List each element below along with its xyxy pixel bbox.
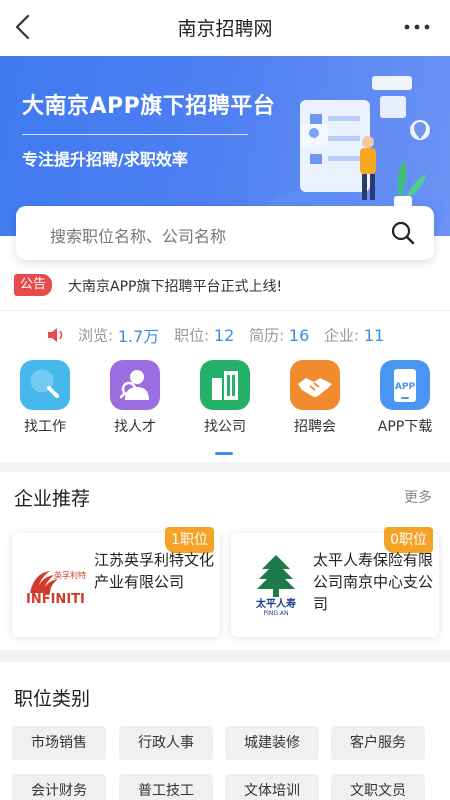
quick-link-label: 找工作 bbox=[24, 419, 66, 435]
resumes-count: 16 bbox=[288, 325, 310, 345]
category-chip[interactable]: 会计财务 bbox=[12, 774, 106, 800]
announcement-text[interactable]: 大南京APP旗下招聘平台正式上线! bbox=[68, 276, 282, 296]
quick-link-label: 找公司 bbox=[204, 419, 246, 435]
more-dots-icon[interactable] bbox=[402, 15, 432, 39]
banner-divider bbox=[22, 134, 248, 135]
search-input[interactable]: 搜索职位名称、公司名称 bbox=[16, 206, 434, 260]
company-name: 太平人寿保险有限公司南京中心支公司 bbox=[313, 551, 434, 613]
page-title: 南京招聘网 bbox=[177, 18, 273, 40]
category-chip[interactable]: 城建装修 bbox=[225, 726, 319, 760]
company-card[interactable]: 1职位 英孚利特 INFINITI 江苏英孚利特文化产业有限公司 bbox=[12, 527, 220, 637]
announcement-tag: 公告 bbox=[14, 274, 52, 296]
category-chip[interactable]: 文体培训 bbox=[225, 774, 319, 800]
building-icon bbox=[200, 360, 250, 410]
app-download-icon: APP bbox=[380, 360, 430, 410]
jobs-label: 职位: bbox=[174, 326, 210, 345]
svg-text:INFINITI: INFINITI bbox=[26, 592, 85, 607]
companies-count: 11 bbox=[363, 325, 385, 345]
magnifier-icon bbox=[20, 360, 70, 410]
quick-link-label: 招聘会 bbox=[294, 419, 336, 435]
quick-link-job-fair[interactable]: 招聘会 bbox=[282, 360, 348, 436]
more-link[interactable]: 更多 bbox=[404, 487, 432, 507]
company-card[interactable]: 0职位 太平人寿 PING AN 太平人寿保险有限公司南京中心支公司 bbox=[231, 527, 439, 637]
resumes-label: 简历: bbox=[249, 326, 285, 345]
category-chip[interactable]: 文职文员 bbox=[331, 774, 425, 800]
svg-text:APP: APP bbox=[395, 382, 416, 392]
quick-link-app-download[interactable]: APP APP下载 bbox=[372, 360, 438, 436]
svg-text:英孚利特: 英孚利特 bbox=[54, 570, 86, 580]
talent-person-icon bbox=[110, 360, 160, 410]
infiniti-logo: 英孚利特 INFINITI bbox=[26, 570, 86, 607]
quick-link-find-talent[interactable]: 找人才 bbox=[102, 360, 168, 436]
category-chip[interactable]: 普工技工 bbox=[119, 774, 213, 800]
quick-link-label: 找人才 bbox=[114, 419, 156, 435]
site-stats: 浏览: 1.7万 职位: 12 简历: 16 企业: 11 bbox=[46, 323, 394, 346]
search-placeholder: 搜索职位名称、公司名称 bbox=[50, 227, 227, 246]
divider bbox=[0, 310, 450, 311]
section-title: 职位类别 bbox=[14, 688, 91, 710]
banner-subline: 专注提升招聘/求职效率 bbox=[22, 150, 188, 169]
category-chip[interactable]: 市场销售 bbox=[12, 726, 106, 760]
speaker-icon bbox=[48, 328, 63, 342]
views-label: 浏览: bbox=[78, 326, 114, 345]
company-name: 江苏英孚利特文化产业有限公司 bbox=[94, 551, 215, 591]
page-indicator bbox=[215, 452, 233, 455]
quick-link-find-job[interactable]: 找工作 bbox=[12, 360, 78, 436]
handshake-icon bbox=[290, 360, 340, 410]
svg-text:PING AN: PING AN bbox=[263, 610, 288, 617]
companies-label: 企业: bbox=[324, 326, 360, 345]
taiping-logo: 太平人寿 PING AN bbox=[255, 555, 296, 617]
quick-link-label: APP下载 bbox=[377, 419, 433, 435]
jobs-count: 12 bbox=[213, 325, 235, 345]
section-title: 企业推荐 bbox=[14, 488, 91, 510]
category-chip[interactable]: 客户服务 bbox=[331, 726, 425, 760]
quick-link-find-company[interactable]: 找公司 bbox=[192, 360, 258, 436]
search-icon[interactable] bbox=[390, 220, 416, 246]
svg-text:太平人寿: 太平人寿 bbox=[255, 597, 296, 610]
top-bar: 南京招聘网 bbox=[0, 0, 450, 56]
category-chip[interactable]: 行政人事 bbox=[119, 726, 213, 760]
banner-headline: 大南京APP旗下招聘平台 bbox=[22, 94, 276, 119]
views-count: 1.7万 bbox=[117, 327, 160, 346]
